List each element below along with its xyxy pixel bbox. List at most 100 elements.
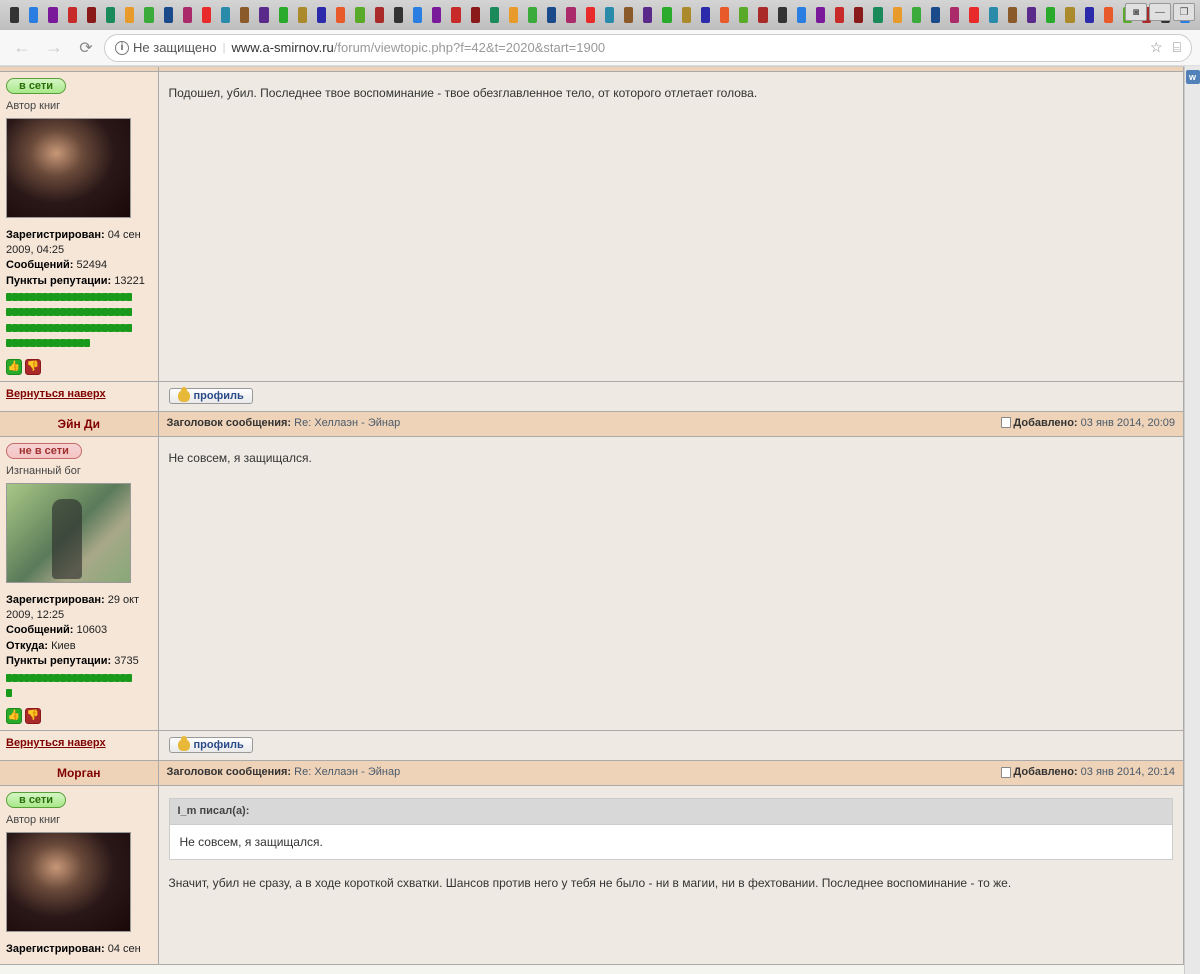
post-header: Добавлено: 03 янв 2014, 20:14Заголовок с…	[158, 761, 1184, 786]
browser-tab-favicon[interactable]	[29, 7, 38, 23]
browser-tab-favicon[interactable]	[739, 7, 748, 23]
browser-tab-favicon[interactable]	[87, 7, 96, 23]
forum-content: в сетиАвтор книгЗарегистрирован: 04 сен …	[0, 67, 1184, 965]
post-icon[interactable]	[1001, 417, 1011, 428]
post-body-row: не в сетиИзгнанный богЗарегистрирован: 2…	[0, 436, 1184, 731]
browser-tab-favicon[interactable]	[586, 7, 595, 23]
browser-tab-favicon[interactable]	[912, 7, 921, 23]
browser-tab-favicon[interactable]	[375, 7, 384, 23]
browser-tab-favicon[interactable]	[183, 7, 192, 23]
browser-tab-favicon[interactable]	[317, 7, 326, 23]
back-to-top-link[interactable]: Вернуться наверх	[6, 388, 106, 400]
browser-tab-favicon[interactable]	[298, 7, 307, 23]
maximize-button[interactable]: ❐	[1173, 3, 1195, 21]
browser-tab-favicon[interactable]	[1065, 7, 1074, 23]
browser-tab-favicon[interactable]	[662, 7, 671, 23]
browser-tab-favicon[interactable]	[355, 7, 364, 23]
browser-tab-favicon[interactable]	[605, 7, 614, 23]
browser-tab-favicon[interactable]	[1027, 7, 1036, 23]
browser-tab-favicon[interactable]	[950, 7, 959, 23]
avatar[interactable]	[6, 832, 131, 932]
browser-tab-favicon[interactable]	[202, 7, 211, 23]
browser-tab-favicon[interactable]	[1008, 7, 1017, 23]
browser-tab-favicon[interactable]	[835, 7, 844, 23]
browser-tab-favicon[interactable]	[566, 7, 575, 23]
browser-tab-favicon[interactable]	[164, 7, 173, 23]
browser-tab-favicon[interactable]	[989, 7, 998, 23]
profile-cell: в сетиАвтор книгЗарегистрирован: 04 сен …	[0, 71, 158, 381]
browser-tab-favicon[interactable]	[490, 7, 499, 23]
browser-tab-favicon[interactable]	[547, 7, 556, 23]
browser-tab-favicon[interactable]	[240, 7, 249, 23]
post-body-row: в сетиАвтор книгЗарегистрирован: 04 сен …	[0, 71, 1184, 381]
forward-button[interactable]: →	[40, 34, 68, 62]
author-name[interactable]: Эйн Ди	[58, 417, 100, 431]
profile-details: Зарегистрирован: 04 сен 2009, 04:25Сообщ…	[6, 228, 152, 375]
rank-label: Автор книг	[6, 100, 152, 112]
browser-tab-favicon[interactable]	[758, 7, 767, 23]
browser-tab-favicon[interactable]	[106, 7, 115, 23]
quote-box: I_m писал(а):Не совсем, я защищался.	[169, 798, 1174, 860]
browser-tab-favicon[interactable]	[720, 7, 729, 23]
browser-tab-favicon[interactable]	[10, 7, 19, 23]
browser-tab-favicon[interactable]	[893, 7, 902, 23]
avatar[interactable]	[6, 118, 131, 218]
url-separator: |	[223, 42, 226, 54]
browser-tab-favicon[interactable]	[1085, 7, 1094, 23]
post-header-row: Морган Добавлено: 03 янв 2014, 20:14Загол…	[0, 761, 1184, 786]
browser-tab-favicon[interactable]	[471, 7, 480, 23]
profile-button[interactable]: профиль	[169, 388, 253, 404]
browser-tab-favicon[interactable]	[1104, 7, 1113, 23]
browser-tab-favicon[interactable]	[682, 7, 691, 23]
post-footer-row: Вернуться наверх профиль	[0, 731, 1184, 761]
browser-tab-favicon[interactable]	[624, 7, 633, 23]
url-bar[interactable]: i Не защищено | www.a-smirnov.ru/forum/v…	[104, 34, 1192, 62]
browser-tab-favicon[interactable]	[336, 7, 345, 23]
security-indicator[interactable]: i Не защищено	[115, 40, 217, 55]
forum-table: в сетиАвтор книгЗарегистрирован: 04 сен …	[0, 67, 1184, 965]
browser-tab-favicon[interactable]	[48, 7, 57, 23]
browser-tab-favicon[interactable]	[701, 7, 710, 23]
post-icon[interactable]	[1001, 767, 1011, 778]
browser-tab-favicon[interactable]	[778, 7, 787, 23]
avatar[interactable]	[6, 483, 131, 583]
browser-tab-favicon[interactable]	[816, 7, 825, 23]
post-body: I_m писал(а):Не совсем, я защищался.Знач…	[169, 794, 1174, 892]
browser-tab-favicon[interactable]	[279, 7, 288, 23]
browser-tab-favicon[interactable]	[873, 7, 882, 23]
browser-tab-favicon[interactable]	[413, 7, 422, 23]
browser-tab-favicon[interactable]	[394, 7, 403, 23]
star-icon[interactable]: ☆	[1150, 39, 1163, 56]
vote-down-button[interactable]: 👎	[25, 708, 41, 724]
browser-tab-favicon[interactable]	[144, 7, 153, 23]
browser-tab-favicon[interactable]	[528, 7, 537, 23]
browser-tab-favicon[interactable]	[259, 7, 268, 23]
minimize-button[interactable]: —	[1149, 3, 1171, 21]
browser-tab-favicon[interactable]	[432, 7, 441, 23]
profile-button[interactable]: профиль	[169, 737, 253, 753]
author-name[interactable]: Морган	[57, 766, 101, 780]
browser-tab-favicon[interactable]	[1046, 7, 1055, 23]
browser-tab-favicon[interactable]	[643, 7, 652, 23]
browser-tab-favicon[interactable]	[797, 7, 806, 23]
browser-tab-favicon[interactable]	[221, 7, 230, 23]
browser-tab-favicon[interactable]	[68, 7, 77, 23]
vote-up-button[interactable]: 👍	[6, 359, 22, 375]
browser-tab-favicon[interactable]	[451, 7, 460, 23]
user-icon[interactable]: ◙	[1125, 3, 1147, 21]
vk-icon[interactable]: w	[1186, 70, 1200, 84]
back-to-top-link[interactable]: Вернуться наверх	[6, 737, 106, 749]
back-button[interactable]: ←	[8, 34, 36, 62]
extension-icon[interactable]: ⌸	[1173, 39, 1181, 56]
browser-tab-favicon[interactable]	[125, 7, 134, 23]
browser-tab-favicon[interactable]	[509, 7, 518, 23]
profile-details: Зарегистрирован: 29 окт 2009, 12:25Сообщ…	[6, 593, 152, 725]
browser-tab-favicon[interactable]	[969, 7, 978, 23]
vote-down-button[interactable]: 👎	[25, 359, 41, 375]
browser-tab-favicon[interactable]	[931, 7, 940, 23]
browser-tab-favicon[interactable]	[854, 7, 863, 23]
reload-button[interactable]: ⟳	[72, 34, 100, 62]
window-controls: ◙ — ❐	[1125, 3, 1195, 21]
rank-label: Изгнанный бог	[6, 465, 152, 477]
vote-up-button[interactable]: 👍	[6, 708, 22, 724]
